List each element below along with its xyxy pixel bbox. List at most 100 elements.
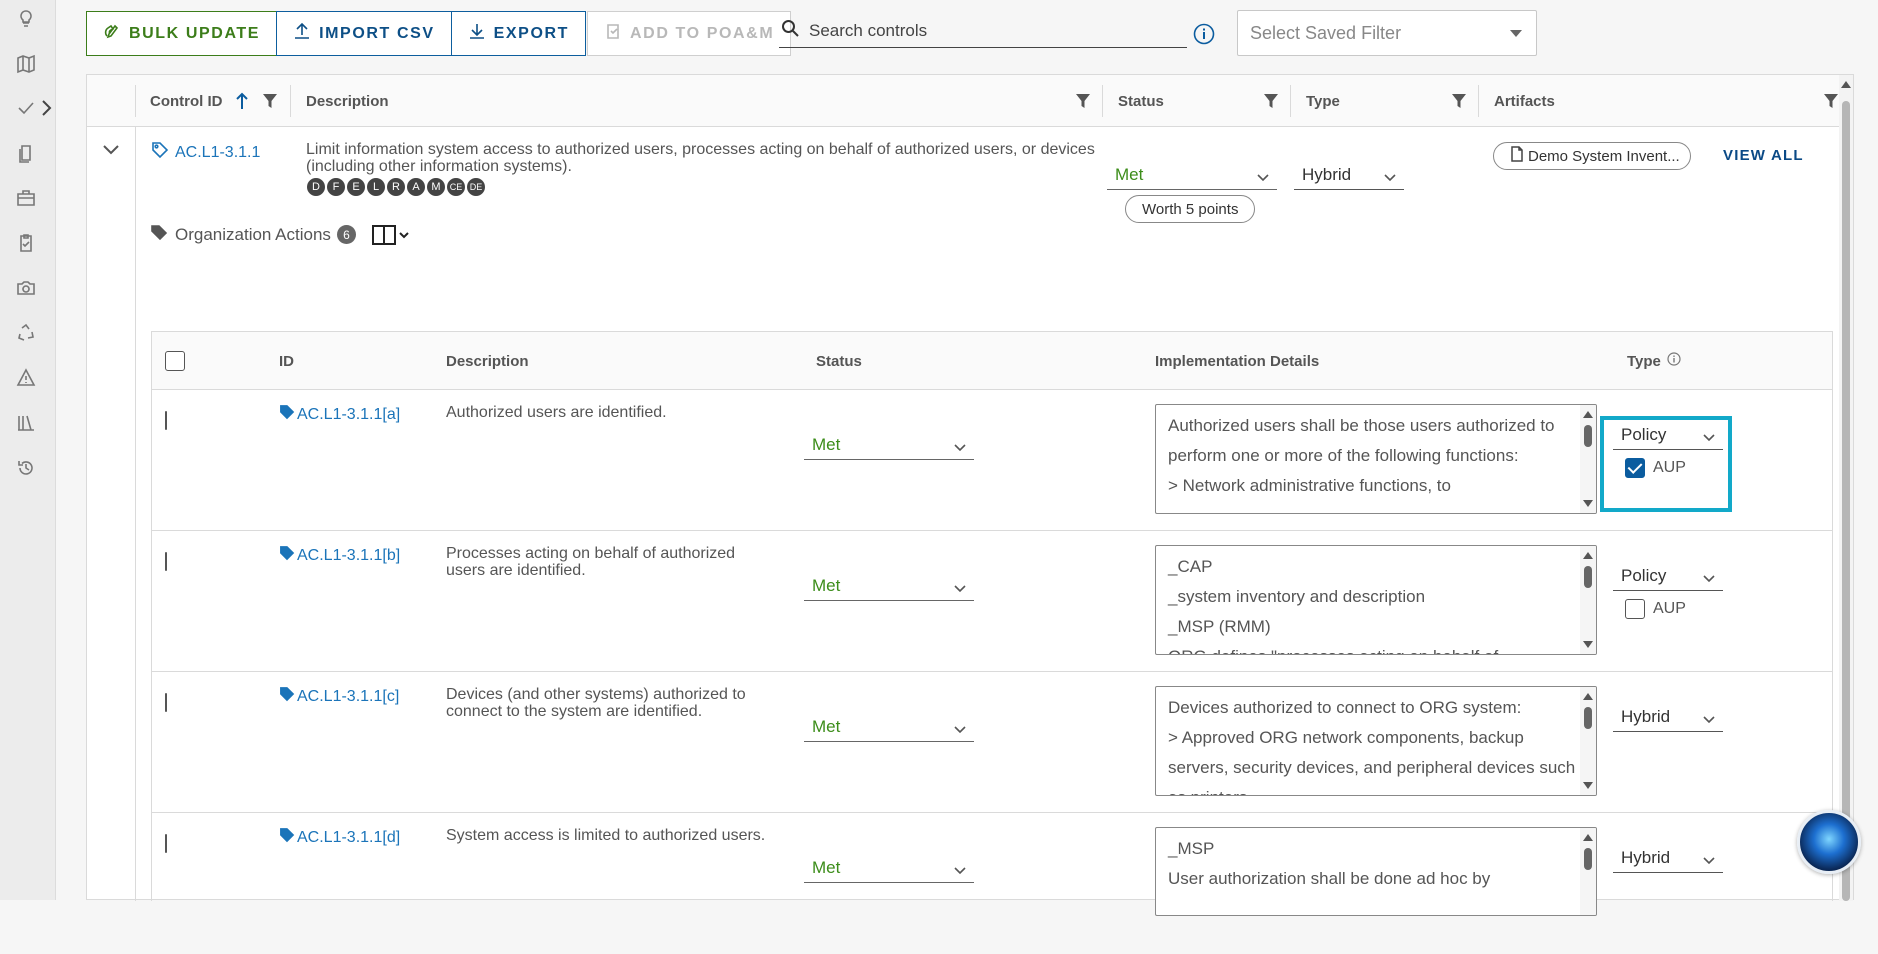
org-actions-count: 6 xyxy=(336,225,356,244)
filter-description-icon[interactable] xyxy=(1076,93,1090,109)
chevron-down-icon xyxy=(954,438,966,452)
implementation-textarea[interactable]: Devices authorized to connect to ORG sys… xyxy=(1155,686,1597,796)
recycle-icon[interactable] xyxy=(15,322,37,344)
export-button[interactable]: EXPORT xyxy=(451,11,587,56)
column-toggle[interactable] xyxy=(371,224,409,245)
row-type-select[interactable]: Hybrid xyxy=(1613,843,1723,873)
row-checkbox[interactable] xyxy=(165,552,167,571)
textarea-scrollbar[interactable] xyxy=(1580,405,1596,513)
badge: M xyxy=(426,177,446,197)
documents-icon[interactable] xyxy=(15,143,37,165)
badge: R xyxy=(386,177,406,197)
tag-icon xyxy=(279,827,295,848)
import-csv-button[interactable]: IMPORT CSV xyxy=(276,11,452,56)
implementation-textarea[interactable]: _MSP User authorization shall be done ad… xyxy=(1155,827,1597,916)
clipboard-icon[interactable] xyxy=(15,232,37,254)
row-description: Processes acting on behalf of authorized… xyxy=(446,545,736,579)
artifact-pill[interactable]: Demo System Invent... xyxy=(1493,142,1691,170)
row-status-select[interactable]: Met xyxy=(804,571,974,601)
implementation-textarea[interactable]: _CAP _system inventory and description _… xyxy=(1155,545,1597,655)
control-type-select[interactable]: Hybrid xyxy=(1294,160,1404,190)
row-id-link[interactable]: AC.L1-3.1.1[b] xyxy=(279,545,400,566)
select-all-checkbox[interactable] xyxy=(165,332,185,390)
info-icon[interactable] xyxy=(1193,23,1215,45)
warning-icon[interactable] xyxy=(15,367,37,389)
tag-icon xyxy=(279,404,295,425)
assistant-avatar[interactable] xyxy=(1797,810,1861,874)
checkbox[interactable] xyxy=(165,834,167,853)
collapse-chevron-icon[interactable] xyxy=(101,143,123,165)
row-description: System access is limited to authorized u… xyxy=(446,827,766,844)
chevron-down-icon xyxy=(954,579,966,593)
checkbox[interactable] xyxy=(165,693,167,712)
row-type-select[interactable]: Hybrid xyxy=(1613,702,1723,732)
filter-artifacts-icon[interactable] xyxy=(1824,93,1838,109)
search-input[interactable] xyxy=(807,19,1167,42)
row-type-value: Policy xyxy=(1621,424,1667,444)
expand-rail-chevron-icon[interactable] xyxy=(40,98,54,118)
control-id-link[interactable]: AC.L1-3.1.1 xyxy=(151,141,260,164)
control-status-select[interactable]: Met xyxy=(1107,160,1277,190)
header-control-id-label: Control ID xyxy=(150,92,223,110)
row-type-select[interactable]: Policy xyxy=(1613,420,1723,450)
row-id-link[interactable]: AC.L1-3.1.1[d] xyxy=(279,827,400,848)
row-type-select[interactable]: Policy xyxy=(1613,561,1723,591)
row-type-value: Hybrid xyxy=(1621,847,1671,867)
implementation-textarea[interactable]: Authorized users shall be those users au… xyxy=(1155,404,1597,514)
control-description: Limit information system access to autho… xyxy=(306,141,1095,175)
textarea-scrollbar[interactable] xyxy=(1580,546,1596,654)
row-checkbox[interactable] xyxy=(165,693,167,712)
row-status-select[interactable]: Met xyxy=(804,853,974,883)
header-status[interactable]: Status xyxy=(1118,75,1164,127)
filter-control-id-icon[interactable] xyxy=(263,93,277,109)
sub-header-type-label: Type xyxy=(1627,352,1661,370)
view-all-link[interactable]: VIEW ALL xyxy=(1723,147,1804,164)
library-icon[interactable] xyxy=(15,412,37,434)
add-to-poam-button[interactable]: ADD TO POA&M xyxy=(587,11,792,56)
search-box xyxy=(779,14,1187,48)
aup-option[interactable]: AUP xyxy=(1613,458,1723,478)
row-status-select[interactable]: Met xyxy=(804,430,974,460)
aup-checkbox[interactable] xyxy=(1625,458,1645,478)
row-status-value: Met xyxy=(812,575,841,595)
implementation-text: Authorized users shall be those users au… xyxy=(1168,416,1555,495)
lightbulb-icon[interactable] xyxy=(15,8,37,30)
aup-option[interactable]: AUP xyxy=(1613,599,1723,619)
table-row: AC.L1-3.1.1[c] Devices (and other system… xyxy=(152,672,1832,813)
textarea-scrollbar[interactable] xyxy=(1580,687,1596,795)
briefcase-icon[interactable] xyxy=(15,187,37,209)
checkmark-icon[interactable] xyxy=(15,97,37,119)
checkbox[interactable] xyxy=(165,411,167,430)
camera-icon[interactable] xyxy=(15,277,37,299)
filter-type-icon[interactable] xyxy=(1452,93,1466,109)
chevron-down-icon xyxy=(1257,168,1269,182)
checkbox[interactable] xyxy=(165,351,185,371)
sort-ascending-icon[interactable] xyxy=(235,92,249,110)
header-description-label: Description xyxy=(306,92,389,110)
row-id-label: AC.L1-3.1.1[c] xyxy=(297,687,400,705)
history-icon[interactable] xyxy=(15,457,37,479)
row-checkbox[interactable] xyxy=(165,411,167,430)
saved-filter-select[interactable]: Select Saved Filter xyxy=(1237,10,1537,56)
map-icon[interactable] xyxy=(15,53,37,75)
textarea-scrollbar[interactable] xyxy=(1580,828,1596,915)
grid-header: Control ID Description Status Type Artif… xyxy=(87,75,1853,127)
aup-checkbox[interactable] xyxy=(1625,599,1645,619)
filter-status-icon[interactable] xyxy=(1264,93,1278,109)
row-status-select[interactable]: Met xyxy=(804,712,974,742)
control-badges: D F E L R A M CE DE xyxy=(306,177,486,197)
checkbox[interactable] xyxy=(165,552,167,571)
chevron-down-icon xyxy=(1703,569,1715,583)
header-type[interactable]: Type xyxy=(1306,75,1340,127)
header-description[interactable]: Description xyxy=(306,75,389,127)
info-icon[interactable] xyxy=(1661,352,1681,370)
table-row: AC.L1-3.1.1[b] Processes acting on behal… xyxy=(152,531,1832,672)
header-control-id[interactable]: Control ID xyxy=(150,75,249,127)
row-id-link[interactable]: AC.L1-3.1.1[c] xyxy=(279,686,399,707)
header-artifacts[interactable]: Artifacts xyxy=(1494,75,1555,127)
row-id-link[interactable]: AC.L1-3.1.1[a] xyxy=(279,404,400,425)
bulk-update-button[interactable]: BULK UPDATE xyxy=(86,11,277,56)
control-type-value: Hybrid xyxy=(1302,164,1352,184)
row-checkbox[interactable] xyxy=(165,834,167,853)
org-actions-label: Organization Actions xyxy=(175,224,331,244)
